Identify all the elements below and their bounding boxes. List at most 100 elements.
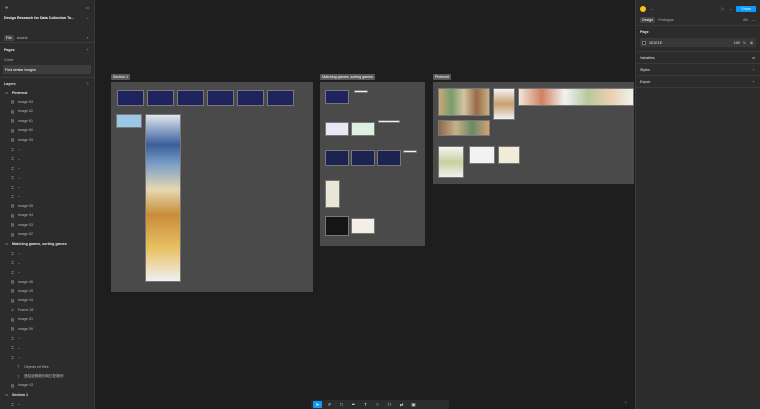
layer-item[interactable]: ⌗ -- xyxy=(0,258,94,267)
styles-row[interactable]: Styles + xyxy=(636,65,760,74)
section-pinterest[interactable] xyxy=(433,82,634,184)
view-toggle-icon[interactable]: ▣ xyxy=(409,401,418,408)
page-color-field[interactable]: 1E1E1E 100 % ◉ xyxy=(640,38,756,47)
screenshot-thumbnail[interactable] xyxy=(177,90,204,106)
layer-item[interactable]: ⌗ -- xyxy=(0,268,94,277)
page-color-value[interactable]: 1E1E1E xyxy=(649,41,662,45)
layer-item[interactable]: ▨ Image 45 xyxy=(0,286,94,295)
layer-item[interactable]: ⌗ -- xyxy=(0,154,94,163)
file-title-row[interactable]: Design Research for Data Collection To..… xyxy=(0,13,94,22)
help-icon[interactable]: ? xyxy=(623,400,628,405)
layer-item[interactable]: ⌗ -- xyxy=(0,145,94,154)
layer-item[interactable]: ▨ Image 43 xyxy=(0,381,94,390)
caption-thumbnail[interactable] xyxy=(354,90,368,93)
pen-tool-icon[interactable]: ✒ xyxy=(349,401,358,408)
search-icon[interactable]: ⌕ xyxy=(85,35,90,40)
layer-item[interactable]: ▨ Image 60 xyxy=(0,126,94,135)
avatar[interactable] xyxy=(640,5,646,12)
layer-item[interactable]: ⌗ -- xyxy=(0,353,94,362)
eye-icon[interactable]: ◉ xyxy=(749,40,754,45)
layer-item[interactable]: ▨ Image 61 xyxy=(0,116,94,125)
layer-item[interactable]: ⌗ -- xyxy=(0,343,94,352)
variables-row[interactable]: Variables ⇌ xyxy=(636,53,760,62)
layer-item[interactable]: ▨ Image 62 xyxy=(0,107,94,116)
add-page-icon[interactable]: + xyxy=(85,47,90,52)
layers-collapse-icon[interactable]: ≡ xyxy=(85,81,90,86)
layer-item[interactable]: ▨ Image 55 xyxy=(0,201,94,210)
layer-item[interactable]: ▨ Image 52 xyxy=(0,230,94,239)
layer-item[interactable]: ▨ Image 54 xyxy=(0,211,94,220)
chevron-down-icon[interactable]: ⌄ xyxy=(728,6,733,11)
add-style-icon[interactable]: + xyxy=(751,67,756,72)
screenshot-thumbnail[interactable] xyxy=(207,90,234,106)
rectangle-tool-icon[interactable]: □ xyxy=(337,401,346,408)
layer-item[interactable]: ▨ Image 59 xyxy=(0,135,94,144)
layer-item[interactable]: ▨ Image 44 xyxy=(0,296,94,305)
screenshot-thumbnail[interactable] xyxy=(325,216,349,236)
section-label-matching-games[interactable]: Matching games, sorting games xyxy=(320,74,375,80)
comment-tool-icon[interactable]: ○ xyxy=(373,401,382,408)
layer-item[interactable]: ⌗ -- xyxy=(0,183,94,192)
frame-tool-icon[interactable]: # xyxy=(325,401,334,408)
layer-item[interactable]: T Objects ref files xyxy=(0,362,94,371)
screenshot-thumbnail[interactable] xyxy=(351,150,375,166)
page-opacity-value[interactable]: 100 xyxy=(734,41,740,45)
section-label-pinterest[interactable]: Pinterest xyxy=(433,74,452,80)
pinterest-board-screenshot[interactable] xyxy=(518,88,634,106)
tab-assets[interactable]: Assets xyxy=(17,36,28,40)
layer-item[interactable]: ⌗ -- xyxy=(0,400,94,409)
layer-item[interactable]: ▭ Pinterest xyxy=(0,88,94,97)
present-play-icon[interactable]: ▷ xyxy=(720,6,725,11)
screenshot-thumbnail[interactable] xyxy=(377,150,401,166)
screenshot-thumbnail[interactable] xyxy=(351,122,375,136)
page-item-find-similar-images[interactable]: Find similar images xyxy=(3,65,91,74)
screenshot-thumbnail[interactable] xyxy=(237,90,264,106)
long-page-screenshot[interactable] xyxy=(145,114,181,282)
figma-menu-icon[interactable]: ❖ xyxy=(4,5,9,10)
pinterest-grid-screenshot[interactable] xyxy=(438,120,490,136)
layer-item[interactable]: ▨ Image 46 xyxy=(0,277,94,286)
screenshot-thumbnail[interactable] xyxy=(325,90,349,104)
move-tool-icon[interactable]: ➤ xyxy=(313,401,322,408)
tab-design[interactable]: Design xyxy=(640,16,656,23)
layer-item[interactable]: ▭ Section 1 xyxy=(0,390,94,399)
screenshot-thumbnail[interactable] xyxy=(325,122,349,136)
zoom-level[interactable]: 4% xyxy=(743,18,748,22)
caption-thumbnail[interactable] xyxy=(378,120,400,123)
screenshot-thumbnail[interactable] xyxy=(325,150,349,166)
pinterest-pin-screenshot[interactable] xyxy=(493,88,515,120)
section-1[interactable] xyxy=(111,82,313,292)
layer-item[interactable]: ⌗ -- xyxy=(0,334,94,343)
layer-item[interactable]: # Frame 28 xyxy=(0,305,94,314)
layer-item[interactable]: ▨ Image 63 xyxy=(0,97,94,106)
screenshot-thumbnail[interactable] xyxy=(325,180,340,208)
screenshot-thumbnail[interactable] xyxy=(351,218,375,234)
page-item-cover[interactable]: Cover xyxy=(0,55,94,64)
share-button[interactable]: Share xyxy=(736,5,756,12)
tab-prototype[interactable]: Prototype xyxy=(658,18,673,22)
text-tool-icon[interactable]: T xyxy=(361,401,370,408)
pinterest-pin-screenshot[interactable] xyxy=(498,146,520,164)
panel-toggle-icon[interactable]: ▭ xyxy=(85,5,90,10)
chevron-down-icon[interactable]: ⌄ xyxy=(751,17,756,22)
screenshot-thumbnail[interactable] xyxy=(117,90,144,106)
tab-file[interactable]: File xyxy=(4,34,14,41)
chevron-down-icon[interactable]: ⌄ xyxy=(85,15,90,20)
section-matching-games-sorting-games[interactable] xyxy=(320,82,425,246)
canvas[interactable]: Section 1 Matching games, sorting games xyxy=(95,0,635,409)
layer-item[interactable]: ▨ Image 51 xyxy=(0,315,94,324)
screenshot-thumbnail[interactable] xyxy=(147,90,174,106)
actions-tool-icon[interactable]: ⚇ xyxy=(385,401,394,408)
layer-item[interactable]: ⌗ -- xyxy=(0,173,94,182)
dev-mode-icon[interactable]: ⇄ xyxy=(397,401,406,408)
layer-item[interactable]: ⌗ -- xyxy=(0,192,94,201)
add-export-icon[interactable]: + xyxy=(751,79,756,84)
caption-thumbnail[interactable] xyxy=(403,150,417,153)
layer-item[interactable]: ▨ Image 50 xyxy=(0,324,94,333)
screenshot-thumbnail[interactable] xyxy=(116,114,142,128)
layer-item[interactable]: ⌗ -- xyxy=(0,164,94,173)
pinterest-pin-screenshot[interactable] xyxy=(469,146,495,164)
section-label-section-1[interactable]: Section 1 xyxy=(111,74,130,80)
pinterest-grid-screenshot[interactable] xyxy=(438,88,490,116)
variables-icon[interactable]: ⇌ xyxy=(751,55,756,60)
